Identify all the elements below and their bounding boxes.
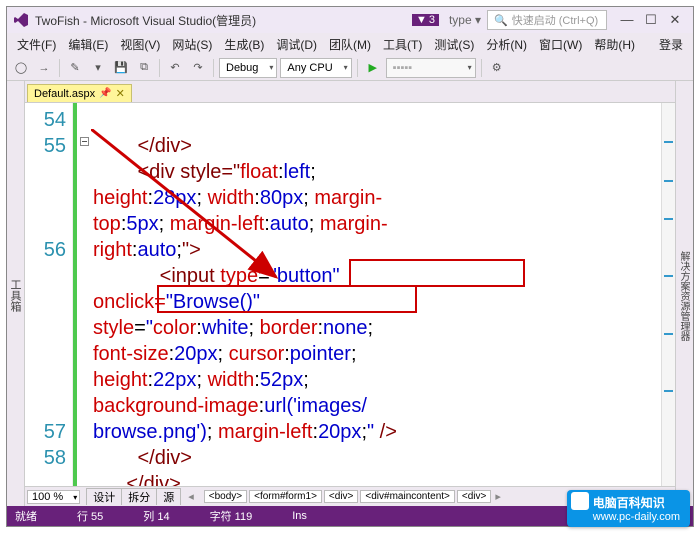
- minimize-button[interactable]: —: [615, 12, 639, 28]
- scroll-map[interactable]: [661, 103, 675, 486]
- view-split-tab[interactable]: 拆分: [121, 488, 157, 505]
- tag-breadcrumb: <body> <form#form1> <div> <div#mainconte…: [204, 490, 492, 503]
- tab-close-icon[interactable]: ✕: [116, 87, 125, 100]
- quick-launch-input[interactable]: 🔍快速启动 (Ctrl+Q): [487, 10, 607, 30]
- menu-tools[interactable]: 工具(T): [377, 36, 428, 53]
- maximize-button[interactable]: ☐: [639, 12, 663, 28]
- feedback-icon[interactable]: type ▾: [449, 13, 481, 27]
- status-ins: Ins: [292, 510, 307, 522]
- window-title: TwoFish - Microsoft Visual Studio(管理员): [35, 12, 256, 29]
- menu-view[interactable]: 视图(V): [114, 36, 166, 53]
- login-link[interactable]: 登录: [653, 36, 689, 53]
- redo-icon[interactable]: ↷: [188, 58, 208, 78]
- crumb[interactable]: <div>: [457, 490, 491, 503]
- menu-edit[interactable]: 编辑(E): [62, 36, 114, 53]
- outline-margin[interactable]: [77, 103, 91, 486]
- view-design-tab[interactable]: 设计: [86, 488, 122, 505]
- notification-badge[interactable]: ▼3: [412, 14, 439, 26]
- browser-dropdown[interactable]: ▪▪▪▪▪▾: [386, 58, 476, 78]
- menu-team[interactable]: 团队(M): [323, 36, 377, 53]
- menu-file[interactable]: 文件(F): [11, 36, 62, 53]
- save-all-icon[interactable]: ⧉: [134, 58, 154, 78]
- status-line: 行 55: [77, 508, 103, 524]
- crumb[interactable]: <form#form1>: [249, 490, 322, 503]
- toolbox-panel-tab[interactable]: 工具箱: [7, 81, 25, 506]
- config-dropdown[interactable]: Debug▾: [219, 58, 277, 78]
- crumb[interactable]: <div#maincontent>: [360, 490, 455, 503]
- start-icon[interactable]: ▶: [363, 58, 383, 78]
- toolbar: ◯ → ✎ ▾ 💾 ⧉ ↶ ↷ Debug▾ Any CPU▾ ▶ ▪▪▪▪▪▾…: [7, 55, 693, 81]
- status-col: 列 14: [143, 508, 169, 524]
- code-text[interactable]: </div> <div style="float:left; height:28…: [91, 103, 661, 486]
- menu-analyze[interactable]: 分析(N): [480, 36, 533, 53]
- menu-window[interactable]: 窗口(W): [533, 36, 588, 53]
- menu-test[interactable]: 测试(S): [428, 36, 480, 53]
- menu-site[interactable]: 网站(S): [166, 36, 218, 53]
- undo-icon[interactable]: ↶: [165, 58, 185, 78]
- pin-icon[interactable]: 📌: [99, 88, 111, 99]
- status-char: 字符 119: [210, 508, 253, 524]
- titlebar: TwoFish - Microsoft Visual Studio(管理员) ▼…: [7, 7, 693, 33]
- watermark-logo-icon: [571, 492, 589, 510]
- annotation-box: [349, 259, 525, 287]
- menu-debug[interactable]: 调试(D): [270, 36, 323, 53]
- right-panel-tabs: 解决方案资源管理器 团队资源管理器 属性: [675, 81, 693, 506]
- solution-explorer-tab[interactable]: 解决方案资源管理器: [676, 251, 691, 341]
- view-source-tab[interactable]: 源: [156, 488, 181, 505]
- status-ready: 就绪: [15, 508, 37, 524]
- zoom-dropdown[interactable]: 100 %▾: [27, 490, 80, 504]
- close-button[interactable]: ✕: [663, 12, 687, 28]
- tab-label: Default.aspx: [34, 88, 95, 100]
- nav-next-icon[interactable]: ▸: [495, 490, 501, 503]
- crumb[interactable]: <body>: [204, 490, 247, 503]
- vs-logo-icon: [13, 12, 29, 28]
- document-tab[interactable]: Default.aspx 📌 ✕: [27, 84, 132, 102]
- open-icon[interactable]: ▾: [88, 58, 108, 78]
- menu-help[interactable]: 帮助(H): [588, 36, 641, 53]
- menu-build[interactable]: 生成(B): [218, 36, 270, 53]
- new-icon[interactable]: ✎: [65, 58, 85, 78]
- nav-prev-icon[interactable]: ◂: [188, 490, 194, 503]
- document-tab-well: Default.aspx 📌 ✕: [25, 81, 675, 103]
- menubar: 文件(F) 编辑(E) 视图(V) 网站(S) 生成(B) 调试(D) 团队(M…: [7, 33, 693, 55]
- watermark: 电脑百科知识 www.pc-daily.com: [567, 490, 690, 527]
- line-numbers: 54 55 56 57 58: [25, 103, 73, 486]
- platform-dropdown[interactable]: Any CPU▾: [280, 58, 351, 78]
- tool-icon[interactable]: ⚙: [487, 58, 507, 78]
- crumb[interactable]: <div>: [324, 490, 358, 503]
- nav-back-icon[interactable]: ◯: [11, 58, 31, 78]
- nav-fwd-icon[interactable]: →: [34, 58, 54, 78]
- code-editor[interactable]: 54 55 56 57 58 </div> <div style="float:…: [25, 103, 675, 486]
- save-icon[interactable]: 💾: [111, 58, 131, 78]
